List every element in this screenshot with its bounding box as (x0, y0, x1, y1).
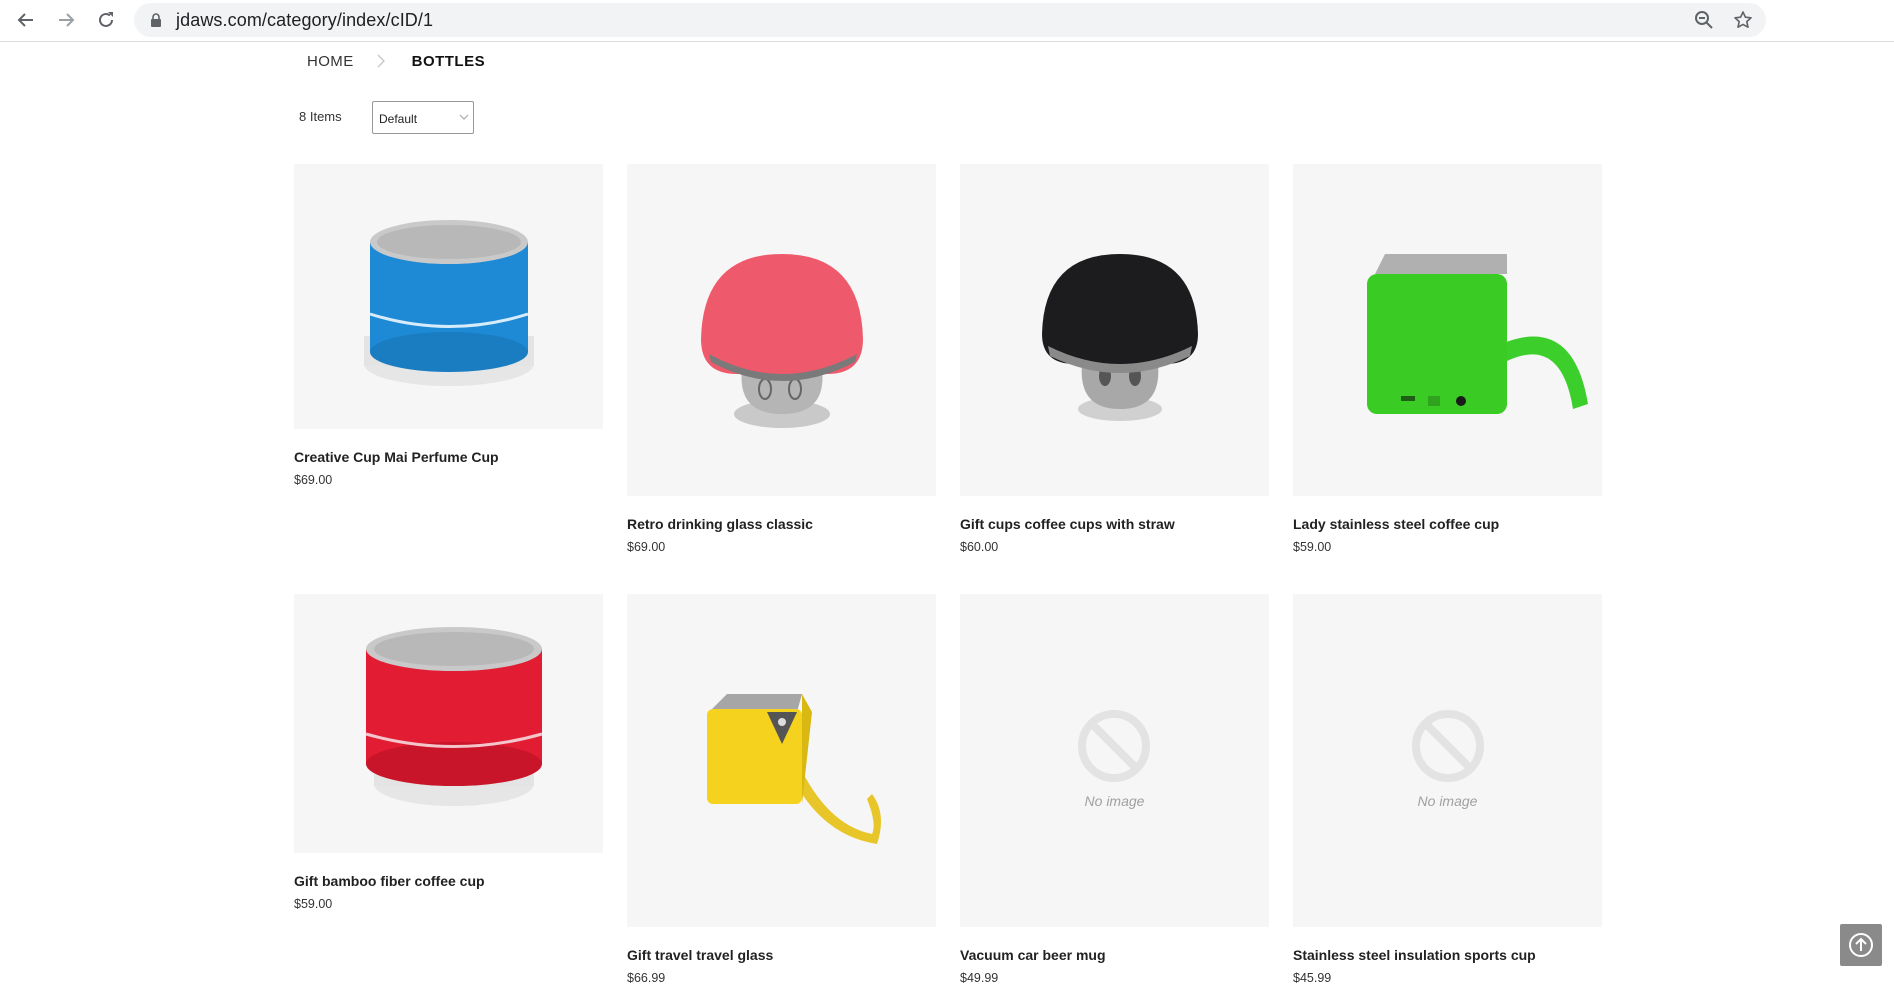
bookmark-button[interactable] (1732, 9, 1754, 31)
product-image[interactable]: No image (1293, 594, 1602, 927)
product-price: $59.00 (294, 897, 333, 911)
product-image[interactable] (1293, 164, 1602, 496)
breadcrumb-home-link[interactable]: HOME (307, 53, 354, 70)
product-name[interactable]: Lady stainless steel coffee cup (1293, 515, 1602, 533)
star-icon (1734, 11, 1752, 28)
product-card[interactable]: Gift travel travel glass $66.99 (627, 594, 936, 985)
red-mushroom-speaker-image (701, 254, 863, 428)
product-name[interactable]: Stainless steel insulation sports cup (1293, 946, 1602, 964)
reload-icon (99, 12, 113, 27)
no-image-text: No image (1417, 793, 1478, 809)
green-cube-speaker-image (1367, 254, 1588, 414)
product-price: $59.00 (1293, 540, 1332, 554)
reload-button[interactable] (92, 6, 120, 34)
sort-select-value: Default (379, 112, 418, 126)
items-count: 8 Items (299, 109, 342, 124)
breadcrumb-current: BOTTLES (411, 52, 486, 70)
address-bar[interactable]: jdaws.com/category/index/cID/1 (134, 3, 1766, 37)
lock-icon (151, 13, 161, 27)
chevron-right-icon (368, 54, 394, 68)
product-price: $69.00 (294, 473, 333, 487)
arrow-left-icon (17, 13, 33, 27)
chevron-down-icon (459, 114, 469, 120)
product-name[interactable]: Gift travel travel glass (627, 946, 936, 964)
zoom-out-icon (1695, 11, 1713, 29)
no-image-text: No image (1084, 793, 1145, 809)
back-to-top-button[interactable] (1840, 924, 1882, 966)
url-text: jdaws.com/category/index/cID/1 (176, 10, 434, 30)
product-price: $45.99 (1293, 971, 1332, 985)
arrow-up-circle-icon (1849, 933, 1873, 957)
product-name[interactable]: Gift cups coffee cups with straw (960, 515, 1269, 533)
product-image[interactable] (627, 164, 936, 496)
product-card[interactable]: Lady stainless steel coffee cup $59.00 (1293, 164, 1602, 554)
red-speaker-image (365, 627, 543, 806)
breadcrumb: HOME BOTTLES (307, 48, 485, 74)
product-card[interactable]: Gift bamboo fiber coffee cup $59.00 (294, 594, 603, 911)
forward-button[interactable] (52, 6, 80, 34)
product-image[interactable] (627, 594, 936, 927)
zoom-button[interactable] (1693, 9, 1715, 31)
arrow-right-icon (59, 13, 75, 27)
product-price: $69.00 (627, 540, 666, 554)
product-name[interactable]: Vacuum car beer mug (960, 946, 1269, 964)
product-name[interactable]: Creative Cup Mai Perfume Cup (294, 448, 603, 466)
black-mushroom-speaker-image (1042, 254, 1198, 421)
product-card[interactable]: No image Stainless steel insulation spor… (1293, 594, 1602, 985)
product-card[interactable]: No image Vacuum car beer mug $49.99 (960, 594, 1269, 985)
product-card[interactable]: Retro drinking glass classic $69.00 (627, 164, 936, 554)
product-price: $49.99 (960, 971, 999, 985)
no-image-placeholder (1078, 710, 1150, 782)
product-image[interactable] (960, 164, 1269, 496)
yellow-cube-speaker-image (707, 694, 881, 844)
product-price: $60.00 (960, 540, 999, 554)
product-name[interactable]: Retro drinking glass classic (627, 515, 936, 533)
product-name[interactable]: Gift bamboo fiber coffee cup (294, 872, 603, 890)
product-card[interactable]: Creative Cup Mai Perfume Cup $69.00 (294, 164, 603, 487)
back-button[interactable] (12, 6, 40, 34)
product-card[interactable]: Gift cups coffee cups with straw $60.00 (960, 164, 1269, 554)
product-image[interactable] (294, 164, 603, 429)
product-price: $66.99 (627, 971, 666, 985)
no-image-placeholder (1412, 710, 1484, 782)
blue-speaker-image (364, 220, 534, 386)
product-image[interactable] (294, 594, 603, 853)
product-image[interactable]: No image (960, 594, 1269, 927)
browser-toolbar: jdaws.com/category/index/cID/1 (0, 0, 1894, 42)
sort-select[interactable]: Default (372, 101, 474, 134)
